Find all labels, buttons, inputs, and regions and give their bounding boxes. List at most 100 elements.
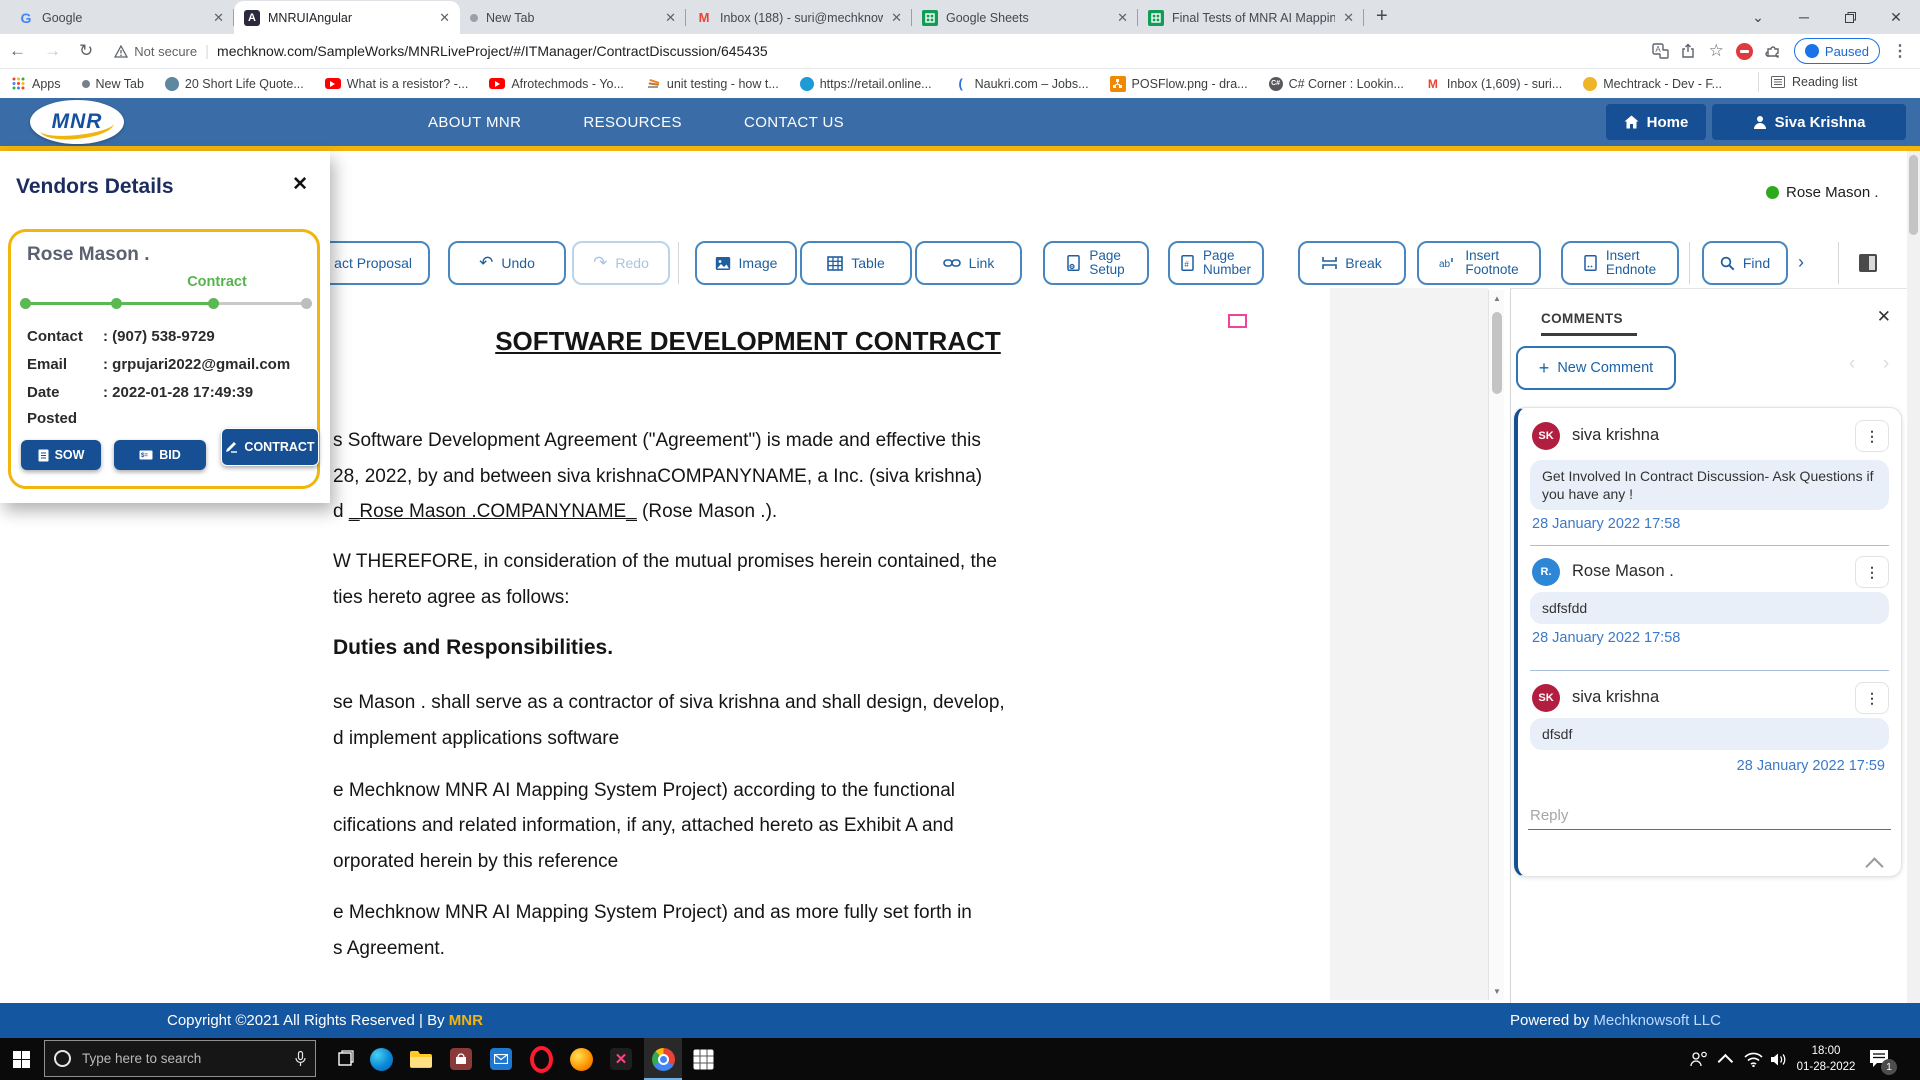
comment-anchor-marker[interactable] bbox=[1228, 314, 1247, 328]
bookmark-afrotechmods[interactable]: Afrotechmods - Yo... bbox=[489, 77, 624, 91]
comments-close-icon[interactable]: ✕ bbox=[1877, 307, 1891, 327]
tab-mnruiangular[interactable]: A MNRUIAngular ✕ bbox=[234, 1, 460, 34]
url-text[interactable]: mechknow.com/SampleWorks/MNRLiveProject/… bbox=[217, 43, 768, 59]
extension-paused-pill[interactable]: Paused bbox=[1794, 38, 1880, 64]
toolbar-more-chevron-icon[interactable]: › bbox=[1798, 252, 1804, 273]
tab-google-sheets[interactable]: Google Sheets ✕ bbox=[912, 1, 1138, 34]
firefox-icon[interactable] bbox=[568, 1046, 594, 1072]
collapse-chevron-icon[interactable] bbox=[1865, 857, 1883, 875]
comment-date[interactable]: 28 January 2022 17:58 bbox=[1532, 516, 1680, 532]
tab-close-icon[interactable]: ✕ bbox=[439, 10, 450, 26]
comment-date[interactable]: 28 January 2022 17:59 bbox=[1737, 758, 1885, 774]
tab-google[interactable]: G Google ✕ bbox=[8, 1, 234, 34]
vendors-close-icon[interactable]: ✕ bbox=[292, 173, 308, 196]
powered-by-brand[interactable]: Mechknowsoft LLC bbox=[1593, 1012, 1721, 1029]
bookmark-star-icon[interactable]: ☆ bbox=[1709, 41, 1724, 61]
comment-menu-icon[interactable]: ⋮ bbox=[1855, 420, 1889, 452]
new-comment-button[interactable]: + New Comment bbox=[1516, 346, 1676, 390]
bookmark-apps[interactable]: Apps bbox=[10, 76, 61, 92]
document-scrollbar-thumb[interactable] bbox=[1492, 312, 1502, 394]
cortana-icon[interactable] bbox=[54, 1050, 71, 1067]
link-button[interactable]: Link bbox=[915, 241, 1022, 285]
taskbar-search-input[interactable] bbox=[80, 1050, 295, 1067]
tab-close-icon[interactable]: ✕ bbox=[1343, 10, 1354, 26]
break-button[interactable]: Break bbox=[1298, 241, 1406, 285]
file-explorer-icon[interactable] bbox=[408, 1046, 434, 1072]
forward-icon[interactable]: → bbox=[44, 41, 61, 61]
tab-close-icon[interactable]: ✕ bbox=[891, 10, 902, 26]
bookmark-resistor-video[interactable]: What is a resistor? -... bbox=[325, 77, 469, 91]
task-view-icon[interactable] bbox=[332, 1046, 358, 1072]
back-icon[interactable]: ← bbox=[9, 41, 26, 61]
notification-center-icon[interactable]: 1 bbox=[1866, 1045, 1892, 1071]
table-button[interactable]: Table bbox=[800, 241, 912, 285]
adblock-extension-icon[interactable] bbox=[1736, 43, 1753, 60]
insert-endnote-button[interactable]: InsertEndnote bbox=[1561, 241, 1679, 285]
tab-close-icon[interactable]: ✕ bbox=[665, 10, 676, 26]
mic-icon[interactable] bbox=[295, 1051, 306, 1067]
edge-icon[interactable] bbox=[368, 1046, 394, 1072]
volume-icon[interactable] bbox=[1766, 1046, 1792, 1072]
bookmark-csharp-corner[interactable]: C# C# Corner : Lookin... bbox=[1269, 77, 1404, 91]
comments-prev-icon[interactable]: ‹ bbox=[1849, 353, 1855, 375]
redo-button[interactable]: ↷ Redo bbox=[572, 241, 670, 285]
insert-footnote-button[interactable]: ab InsertFootnote bbox=[1417, 241, 1541, 285]
start-button[interactable] bbox=[8, 1046, 34, 1072]
bookmark-retail-online[interactable]: https://retail.online... bbox=[800, 77, 932, 91]
page-setup-button[interactable]: PageSetup bbox=[1043, 241, 1149, 285]
undo-button[interactable]: ↶ Undo bbox=[448, 241, 566, 285]
bookmark-mechtrack[interactable]: Mechtrack - Dev - F... bbox=[1583, 77, 1722, 91]
extensions-puzzle-icon[interactable] bbox=[1765, 43, 1782, 60]
footer-brand-link[interactable]: MNR bbox=[449, 1012, 483, 1029]
page-number-button[interactable]: # PageNumber bbox=[1168, 241, 1264, 285]
people-icon[interactable] bbox=[1686, 1046, 1712, 1072]
bookmark-unit-testing[interactable]: unit testing - how t... bbox=[645, 76, 779, 92]
user-button[interactable]: Siva Krishna bbox=[1712, 104, 1906, 140]
bookmark-gmail-inbox[interactable]: M Inbox (1,609) - suri... bbox=[1425, 76, 1562, 92]
comment-menu-icon[interactable]: ⋮ bbox=[1855, 556, 1889, 588]
contract-button[interactable]: CONTRACT bbox=[221, 428, 319, 466]
mail-icon[interactable] bbox=[488, 1046, 514, 1072]
image-button[interactable]: Image bbox=[695, 241, 797, 285]
scroll-down-icon[interactable]: ▼ bbox=[1489, 987, 1505, 996]
wifi-icon[interactable] bbox=[1740, 1046, 1766, 1072]
bookmark-new-tab[interactable]: New Tab bbox=[82, 77, 144, 91]
document-scrollbar[interactable]: ▲ ▼ bbox=[1488, 290, 1504, 1000]
window-restore-button[interactable] bbox=[1830, 0, 1870, 34]
store-icon[interactable] bbox=[448, 1046, 474, 1072]
bookmark-posflow[interactable]: POSFlow.png - dra... bbox=[1110, 76, 1248, 92]
taskbar-search[interactable] bbox=[44, 1040, 316, 1077]
page-scrollbar[interactable] bbox=[1907, 151, 1920, 1003]
tab-final-tests[interactable]: Final Tests of MNR AI Mapping S ✕ bbox=[1138, 1, 1364, 34]
omnibox[interactable]: Not secure | mechknow.com/SampleWorks/MN… bbox=[114, 43, 1651, 60]
window-close-button[interactable]: ✕ bbox=[1876, 0, 1916, 34]
nav-about-mnr[interactable]: ABOUT MNR bbox=[428, 114, 521, 131]
opera-icon[interactable] bbox=[528, 1046, 554, 1072]
chrome-icon[interactable] bbox=[650, 1046, 676, 1072]
tray-expand-chevron-icon[interactable] bbox=[1714, 1046, 1740, 1072]
translate-icon[interactable]: A bbox=[1652, 43, 1669, 60]
mnr-logo[interactable]: MNR bbox=[30, 100, 124, 144]
comments-next-icon[interactable]: › bbox=[1883, 353, 1889, 375]
taskbar-clock[interactable]: 18:00 01-28-2022 bbox=[1794, 1043, 1858, 1075]
x-app-icon[interactable]: ✕ bbox=[608, 1046, 634, 1072]
nav-contact-us[interactable]: CONTACT US bbox=[744, 114, 844, 131]
window-minimize-button[interactable]: ─ bbox=[1784, 0, 1824, 34]
reading-list-button[interactable]: Reading list bbox=[1770, 74, 1857, 90]
grid-app-icon[interactable] bbox=[690, 1046, 716, 1072]
scroll-up-icon[interactable]: ▲ bbox=[1489, 294, 1505, 303]
comment-date[interactable]: 28 January 2022 17:58 bbox=[1532, 630, 1680, 646]
bid-button[interactable]: $= BID bbox=[114, 440, 206, 470]
find-button[interactable]: Find bbox=[1702, 241, 1788, 285]
sow-button[interactable]: SOW bbox=[21, 440, 101, 470]
bookmark-quotes[interactable]: 20 Short Life Quote... bbox=[165, 77, 304, 91]
reply-input[interactable] bbox=[1528, 801, 1891, 830]
tab-search-chevron-icon[interactable]: ⌄ bbox=[1738, 0, 1778, 34]
tab-gmail-inbox[interactable]: M Inbox (188) - suri@mechknowso ✕ bbox=[686, 1, 912, 34]
panel-toggle-icon[interactable] bbox=[1858, 253, 1878, 273]
page-scrollbar-thumb[interactable] bbox=[1909, 155, 1918, 235]
home-button[interactable]: Home bbox=[1606, 104, 1706, 140]
share-icon[interactable] bbox=[1681, 43, 1697, 59]
new-tab-button[interactable]: + bbox=[1376, 5, 1388, 28]
nav-resources[interactable]: RESOURCES bbox=[583, 114, 682, 131]
